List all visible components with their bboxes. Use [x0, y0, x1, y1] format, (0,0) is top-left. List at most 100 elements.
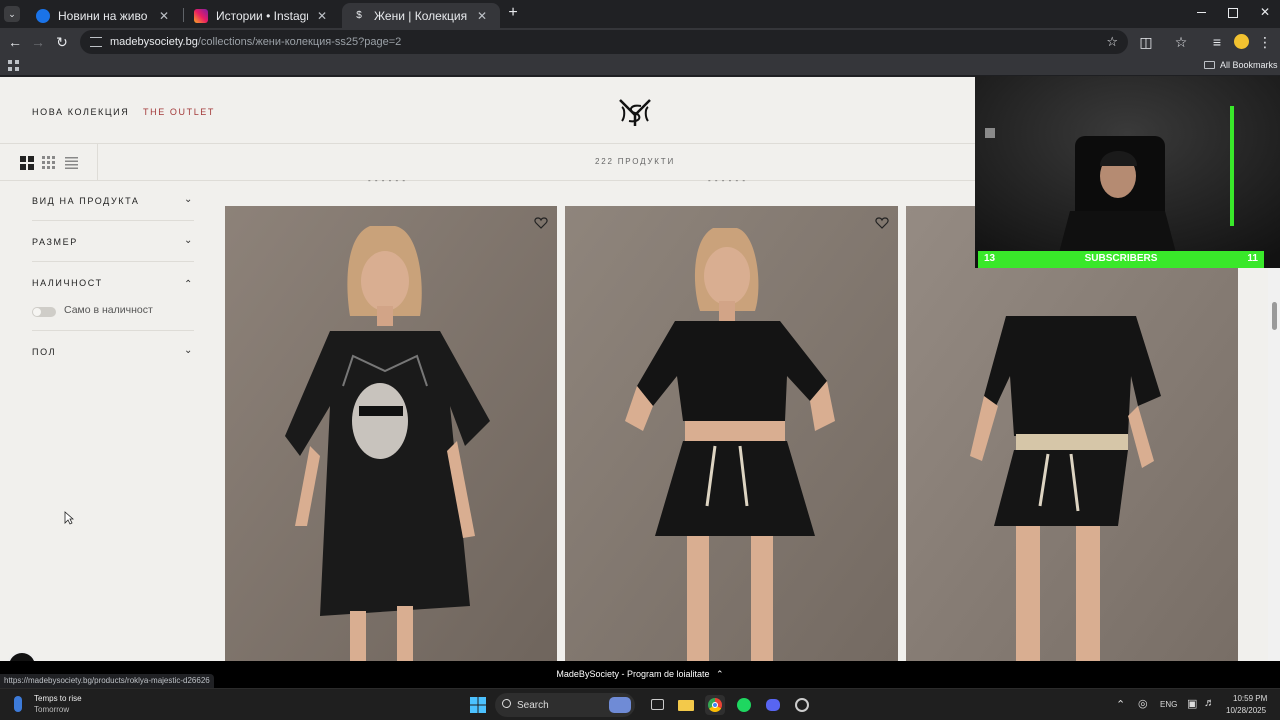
- product-image[interactable]: [225, 206, 557, 661]
- tab-title: Новини на живо - NovaPlay: [58, 8, 150, 23]
- tab-title: Жени | Колекция SS25 Premiu: [374, 8, 468, 23]
- madebysociety-logo[interactable]: [616, 97, 654, 127]
- chevron-down-icon: ⌄: [184, 194, 194, 205]
- bookmark-star-icon[interactable]: ☆: [1106, 34, 1118, 50]
- product-image[interactable]: [565, 206, 898, 661]
- network-icon[interactable]: ▣: [1187, 697, 1197, 710]
- product-count: 222 ПРОДУКТИ: [594, 157, 675, 166]
- profile-avatar-icon[interactable]: [1234, 34, 1249, 49]
- nav-the-outlet[interactable]: THE OUTLET: [143, 107, 215, 117]
- reload-icon[interactable]: ↻: [53, 33, 71, 51]
- product-card-tee-skirt-set[interactable]: [565, 206, 898, 661]
- divider: [32, 261, 194, 262]
- tab-search-chevron-icon[interactable]: ⌄: [4, 6, 20, 22]
- novaplay-favicon-icon: [36, 8, 50, 23]
- address-host: madebysociety.bg: [110, 36, 198, 48]
- chevron-down-icon: ⌄: [184, 345, 194, 356]
- extensions-puzzle-icon[interactable]: ◫: [1137, 33, 1155, 51]
- media-controls-icon[interactable]: ≡: [1208, 33, 1226, 51]
- chrome-taskbar-icon[interactable]: [705, 695, 725, 715]
- streamer-webcam-overlay: [975, 76, 1280, 268]
- cookie-settings-icon[interactable]: [7, 651, 37, 661]
- filter-label: РАЗМЕР: [32, 237, 78, 247]
- weather-widget[interactable]: Temps to rise Tomorrow: [12, 694, 102, 716]
- list-view-icon[interactable]: [65, 156, 79, 170]
- filter-product-type[interactable]: ВИД НА ПРОДУКТА ⌄: [32, 194, 194, 206]
- divider: [32, 220, 194, 221]
- previous-row-price: - - - - - -: [368, 176, 407, 185]
- site-info-icon[interactable]: [90, 37, 102, 47]
- product-card-tee-shorts-set[interactable]: [906, 206, 1238, 661]
- show-hidden-icons-chevron-icon[interactable]: ⌃: [1116, 698, 1125, 711]
- back-arrow-icon[interactable]: ←: [6, 33, 24, 51]
- filter-availability[interactable]: НАЛИЧНОСТ ⌃: [32, 278, 194, 290]
- address-bar[interactable]: madebysociety.bg/collections/жени-колекц…: [80, 30, 1128, 54]
- app-settings-icon[interactable]: [792, 695, 812, 715]
- minimize-window-icon[interactable]: [1196, 6, 1208, 18]
- filter-label: ПОЛ: [32, 347, 57, 357]
- spotify-icon[interactable]: [734, 695, 754, 715]
- scrollbar-thumb[interactable]: [1272, 302, 1277, 330]
- restore-window-icon[interactable]: [1228, 8, 1238, 18]
- weather-title: Temps to rise: [34, 694, 82, 703]
- apps-grid-icon[interactable]: [8, 60, 19, 71]
- language-indicator[interactable]: ENG: [1160, 700, 1177, 709]
- clock-date[interactable]: 10/28/2025: [1226, 706, 1266, 715]
- task-view-icon[interactable]: [648, 695, 668, 715]
- subscriber-goal-bar: 13 SUBSCRIBERS 11: [978, 251, 1264, 268]
- toolbar-divider: [97, 144, 98, 181]
- filter-gender[interactable]: ПОЛ ⌄: [32, 345, 194, 357]
- wishlist-heart-icon[interactable]: [875, 216, 889, 230]
- product-image[interactable]: [906, 206, 1238, 661]
- chevron-up-icon: ⌃: [716, 669, 724, 679]
- file-explorer-icon[interactable]: [676, 695, 696, 715]
- chrome-menu-icon[interactable]: ⋮: [1256, 33, 1274, 51]
- all-bookmarks-label: All Bookmarks: [1220, 60, 1278, 70]
- bookmarks-bar: All Bookmarks: [0, 56, 1280, 76]
- close-tab-icon[interactable]: ✕: [314, 9, 330, 23]
- tab-madebysociety[interactable]: $ Жени | Колекция SS25 Premiu ✕: [342, 3, 500, 28]
- forward-arrow-icon[interactable]: →: [29, 33, 47, 51]
- folder-icon: [1204, 61, 1215, 69]
- address-path: /collections/жени-колекция-ss25?page=2: [197, 36, 402, 48]
- tab-novaplay[interactable]: Новини на живо - NovaPlay ✕: [26, 3, 182, 28]
- filter-label: НАЛИЧНОСТ: [32, 278, 103, 288]
- weather-subtitle: Tomorrow: [34, 705, 70, 714]
- browser-toolbar: ← → ↻ madebysociety.bg/collections/жени-…: [0, 28, 1280, 56]
- divider: [32, 330, 194, 331]
- new-tab-plus-icon[interactable]: +: [505, 5, 521, 21]
- close-window-icon[interactable]: ✕: [1258, 4, 1272, 20]
- link-hover-status-url: https://madebysociety.bg/products/roklya…: [0, 674, 214, 688]
- close-tab-icon[interactable]: ✕: [474, 9, 490, 23]
- all-bookmarks-folder[interactable]: All Bookmarks: [1204, 60, 1278, 70]
- loyalty-label: MadeBySociety - Program de loialitate: [556, 669, 710, 679]
- chevron-down-icon: ⌄: [184, 235, 194, 246]
- taskbar-search[interactable]: Search: [495, 693, 635, 717]
- windows-taskbar: Temps to rise Tomorrow Search ⌃ ◎ ENG ▣ …: [0, 688, 1280, 720]
- grid-large-view-icon[interactable]: [20, 156, 34, 170]
- volume-icon[interactable]: ♬: [1204, 697, 1215, 709]
- subscriber-right-count: 11: [1247, 253, 1258, 264]
- close-tab-icon[interactable]: ✕: [156, 9, 172, 23]
- reading-list-icon[interactable]: ☆: [1172, 33, 1190, 51]
- tab-title: Истории • Instagram: [216, 8, 308, 23]
- browser-tab-strip: ⌄ Новини на живо - NovaPlay ✕ Истории • …: [0, 0, 1280, 28]
- windows-start-icon[interactable]: [468, 695, 488, 715]
- microphone-icon[interactable]: ◎: [1138, 697, 1148, 710]
- filter-size[interactable]: РАЗМЕР ⌄: [32, 235, 194, 247]
- in-stock-label[interactable]: Само в наличност: [64, 304, 153, 316]
- tab-instagram[interactable]: Истории • Instagram ✕: [184, 3, 340, 28]
- in-stock-toggle[interactable]: [32, 307, 56, 317]
- search-highlight-icon: [609, 697, 631, 713]
- filter-label: ВИД НА ПРОДУКТА: [32, 196, 140, 206]
- grid-small-view-icon[interactable]: [42, 156, 56, 170]
- wishlist-heart-icon[interactable]: [534, 216, 548, 230]
- search-icon: [502, 699, 511, 708]
- product-card-majestic-dress[interactable]: [225, 206, 557, 661]
- instagram-favicon-icon: [194, 8, 208, 23]
- discord-icon[interactable]: [763, 695, 783, 715]
- clock-time[interactable]: 10:59 PM: [1233, 694, 1267, 703]
- nav-new-collection[interactable]: НОВА КОЛЕКЦИЯ: [32, 107, 129, 117]
- search-label: Search: [517, 699, 549, 711]
- thermometer-icon: [14, 696, 22, 712]
